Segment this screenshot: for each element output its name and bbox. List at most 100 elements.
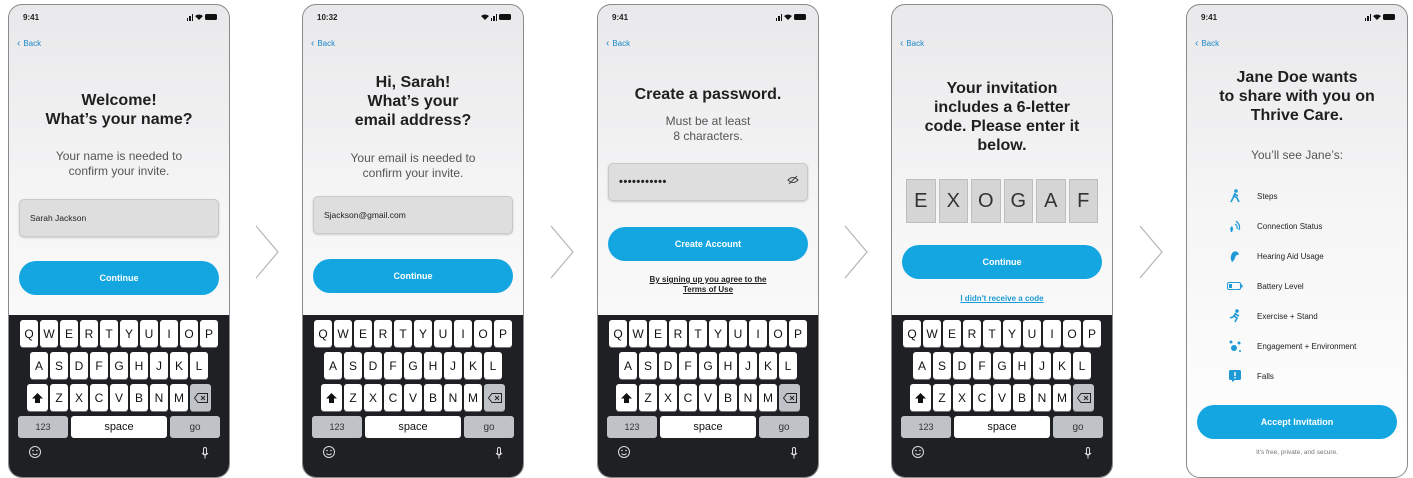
key-j[interactable]: J [739,352,757,379]
password-input[interactable]: ••••••••••• [608,163,808,201]
shift-icon[interactable] [910,384,931,411]
key-c[interactable]: C [679,384,697,411]
back-button[interactable]: ‹ Back [17,38,41,48]
key-f[interactable]: F [679,352,697,379]
key-v[interactable]: V [110,384,128,411]
microphone-icon[interactable] [495,446,503,459]
key-a[interactable]: A [30,352,48,379]
key-p[interactable]: P [789,320,807,347]
key-f[interactable]: F [384,352,402,379]
key-q[interactable]: Q [20,320,38,347]
key-m[interactable]: M [170,384,188,411]
continue-button[interactable]: Continue [313,259,513,293]
key-p[interactable]: P [1083,320,1101,347]
key-k[interactable]: K [759,352,777,379]
key-u[interactable]: U [729,320,747,347]
key-g[interactable]: G [110,352,128,379]
emoji-icon[interactable] [323,446,335,458]
back-button[interactable]: ‹ Back [606,38,630,48]
key-o[interactable]: O [474,320,492,347]
key-t[interactable]: T [983,320,1001,347]
key-p[interactable]: P [494,320,512,347]
key-y[interactable]: Y [414,320,432,347]
key-a[interactable]: A [913,352,931,379]
key-c[interactable]: C [384,384,402,411]
code-letter[interactable]: F [1068,179,1098,223]
go-key[interactable]: go [759,416,809,438]
emoji-icon[interactable] [29,446,41,458]
key-u[interactable]: U [434,320,452,347]
key-i[interactable]: I [160,320,178,347]
key-h[interactable]: H [130,352,148,379]
email-input[interactable]: Sjackson@gmail.com [313,196,513,234]
eye-slash-icon[interactable] [787,175,799,188]
key-e[interactable]: E [943,320,961,347]
key-f[interactable]: F [973,352,991,379]
key-c[interactable]: C [973,384,991,411]
key-e[interactable]: E [649,320,667,347]
shift-icon[interactable] [321,384,342,411]
key-n[interactable]: N [444,384,462,411]
key-x[interactable]: X [953,384,971,411]
key-d[interactable]: D [953,352,971,379]
delete-icon[interactable] [779,384,800,411]
delete-icon[interactable] [190,384,211,411]
shift-icon[interactable] [27,384,48,411]
code-letter[interactable]: E [906,179,936,223]
continue-button[interactable]: Continue [902,245,1102,279]
resend-code-link[interactable]: I didn't receive a code [902,294,1102,304]
key-m[interactable]: M [1053,384,1071,411]
key-w[interactable]: W [40,320,58,347]
key-r[interactable]: R [374,320,392,347]
key-e[interactable]: E [354,320,372,347]
key-l[interactable]: L [1073,352,1091,379]
key-q[interactable]: Q [903,320,921,347]
key-k[interactable]: K [1053,352,1071,379]
back-button[interactable]: ‹ Back [900,38,924,48]
accept-invitation-button[interactable]: Accept Invitation [1197,405,1397,439]
key-b[interactable]: B [1013,384,1031,411]
key-z[interactable]: Z [639,384,657,411]
key-x[interactable]: X [659,384,677,411]
key-q[interactable]: Q [609,320,627,347]
space-key[interactable]: space [71,416,167,438]
key-d[interactable]: D [70,352,88,379]
key-e[interactable]: E [60,320,78,347]
key-q[interactable]: Q [314,320,332,347]
numbers-key[interactable]: 123 [312,416,362,438]
space-key[interactable]: space [660,416,756,438]
key-v[interactable]: V [993,384,1011,411]
microphone-icon[interactable] [1084,446,1092,459]
key-h[interactable]: H [424,352,442,379]
key-s[interactable]: S [639,352,657,379]
key-c[interactable]: C [90,384,108,411]
key-h[interactable]: H [1013,352,1031,379]
key-r[interactable]: R [80,320,98,347]
key-z[interactable]: Z [50,384,68,411]
key-t[interactable]: T [100,320,118,347]
go-key[interactable]: go [1053,416,1103,438]
key-g[interactable]: G [993,352,1011,379]
key-r[interactable]: R [669,320,687,347]
key-t[interactable]: T [689,320,707,347]
back-button[interactable]: ‹ Back [311,38,335,48]
key-y[interactable]: Y [120,320,138,347]
code-input[interactable]: E X O G A F [906,179,1098,223]
space-key[interactable]: space [954,416,1050,438]
key-b[interactable]: B [719,384,737,411]
delete-icon[interactable] [484,384,505,411]
key-n[interactable]: N [150,384,168,411]
key-a[interactable]: A [324,352,342,379]
key-s[interactable]: S [344,352,362,379]
key-w[interactable]: W [923,320,941,347]
key-n[interactable]: N [1033,384,1051,411]
key-m[interactable]: M [759,384,777,411]
terms-of-use-link[interactable]: By signing up you agree to the Terms of … [608,275,808,295]
microphone-icon[interactable] [201,446,209,459]
key-z[interactable]: Z [933,384,951,411]
key-x[interactable]: X [364,384,382,411]
key-y[interactable]: Y [1003,320,1021,347]
code-letter[interactable]: A [1036,179,1066,223]
key-n[interactable]: N [739,384,757,411]
create-account-button[interactable]: Create Account [608,227,808,261]
